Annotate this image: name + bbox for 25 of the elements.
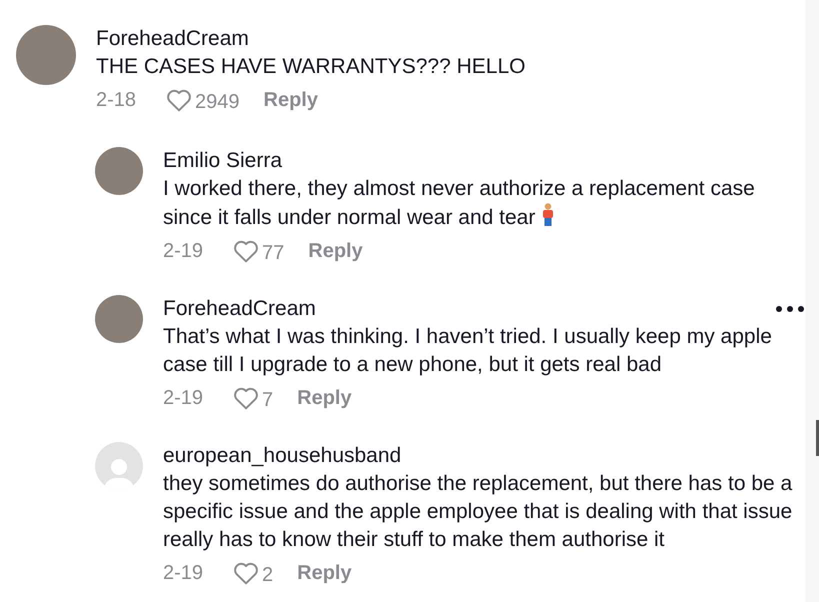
heart-icon[interactable] — [166, 88, 192, 112]
like-count: 2949 — [195, 90, 240, 115]
like-count: 77 — [262, 241, 284, 266]
comment-date: 2-19 — [163, 386, 204, 411]
username[interactable]: european_househusband — [163, 442, 402, 470]
standing-person-icon — [541, 203, 556, 227]
comment-text: they sometimes do authorise the replacement, but there has to be a specific issue and the apple employee that is dealing with that issue really has to know their stuff to make them authorise it — [163, 471, 794, 553]
like-count: 2 — [262, 563, 274, 588]
comment-text: I worked there, they almost never authorize a replacement case since it falls under normal wear and tear — [163, 176, 756, 231]
username[interactable]: ForeheadCream — [163, 295, 316, 323]
more-options-icon[interactable] — [775, 305, 805, 313]
comment-text: That’s what I was thinking. I haven’t tried. I usually keep my apple case till I upgrade to a new phone, but it gets real bad — [163, 324, 773, 378]
comment-date: 2-19 — [163, 561, 204, 586]
avatar-photo-placeholder[interactable] — [95, 147, 143, 195]
heart-icon[interactable] — [233, 386, 259, 410]
scrollbar-thumb[interactable] — [816, 420, 819, 456]
comment-date: 2-18 — [96, 88, 138, 113]
like-count: 7 — [262, 388, 274, 413]
username[interactable]: Emilio Sierra — [163, 147, 282, 175]
comment-text: THE CASES HAVE WARRANTYS??? HELLO — [96, 54, 526, 80]
heart-icon[interactable] — [233, 561, 259, 585]
avatar-photo-placeholder[interactable] — [95, 295, 143, 343]
heart-icon[interactable] — [233, 239, 259, 263]
username[interactable]: ForeheadCream — [96, 25, 249, 53]
comment-date: 2-19 — [163, 239, 204, 264]
